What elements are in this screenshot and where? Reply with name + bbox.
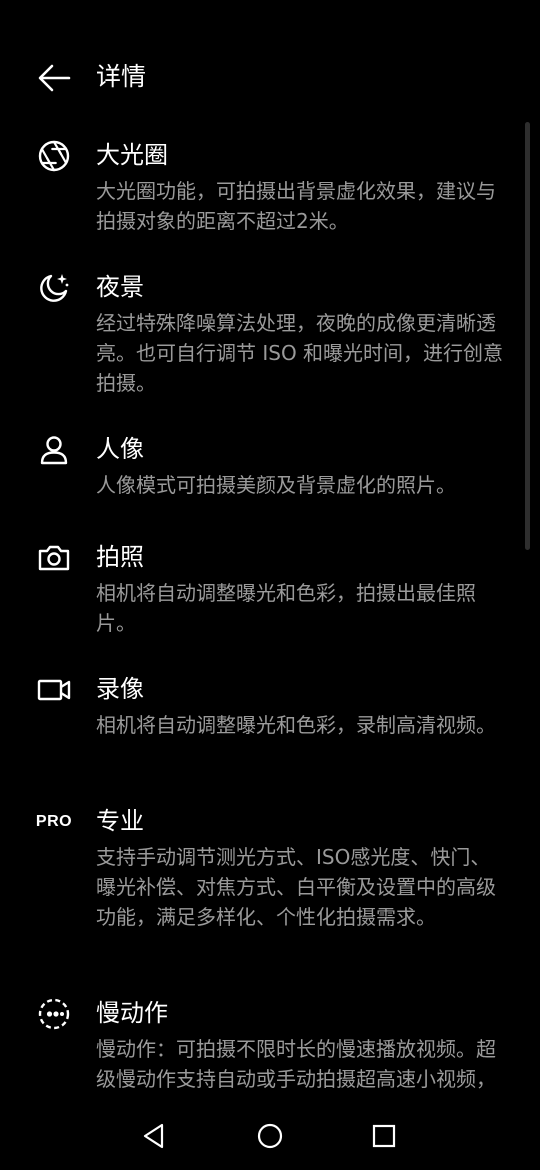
- person-icon: [34, 430, 74, 470]
- mode-list: 大光圈 大光圈功能，可拍摄出背景虚化效果，建议与拍摄对象的距离不超过2米。 夜景…: [0, 120, 540, 1098]
- page-title: 详情: [96, 62, 147, 91]
- back-button[interactable]: [30, 58, 78, 98]
- square-recents-icon: [372, 1124, 396, 1148]
- nav-back-button[interactable]: [134, 1116, 174, 1156]
- nav-home-button[interactable]: [250, 1116, 290, 1156]
- mode-description: 慢动作：可拍摄不限时长的慢速播放视频。超级慢动作支持自动或手动拍摄超高速小视频，…: [96, 1037, 496, 1098]
- slow-motion-icon: [34, 994, 74, 1034]
- mode-title: 人像: [96, 435, 144, 463]
- pro-icon: PRO: [34, 802, 74, 842]
- mode-title: 慢动作: [96, 999, 168, 1027]
- mode-description: 相机将自动调整曝光和色彩，拍摄出最佳照片。: [96, 581, 476, 635]
- mode-title: 夜景: [96, 273, 144, 301]
- video-camera-icon: [34, 670, 74, 710]
- mode-description: 经过特殊降噪算法处理，夜晚的成像更清晰透亮。也可自行调节 ISO 和曝光时间，进…: [96, 311, 504, 395]
- header: 详情: [0, 48, 540, 108]
- circle-home-icon: [257, 1123, 283, 1149]
- arrow-left-icon: [38, 64, 71, 92]
- mode-title: 专业: [96, 807, 144, 835]
- mode-title: 拍照: [96, 543, 144, 571]
- aperture-icon: [34, 136, 74, 176]
- mode-description: 人像模式可拍摄美颜及背景虚化的照片。: [96, 473, 456, 497]
- nav-recents-button[interactable]: [364, 1116, 404, 1156]
- mode-description: 大光圈功能，可拍摄出背景虚化效果，建议与拍摄对象的距离不超过2米。: [96, 179, 496, 233]
- triangle-back-icon: [143, 1123, 164, 1149]
- mode-title: 录像: [96, 675, 144, 703]
- camera-icon: [34, 538, 74, 578]
- navigation-bar: [0, 1100, 540, 1170]
- mode-description: 支持手动调节测光方式、ISO感光度、快门、曝光补偿、对焦方式、白平衡及设置中的高…: [96, 845, 496, 929]
- mode-description: 相机将自动调整曝光和色彩，录制高清视频。: [96, 713, 496, 737]
- mode-title: 大光圈: [96, 141, 168, 169]
- moon-stars-icon: [34, 268, 74, 308]
- pro-icon-label: PRO: [35, 813, 73, 830]
